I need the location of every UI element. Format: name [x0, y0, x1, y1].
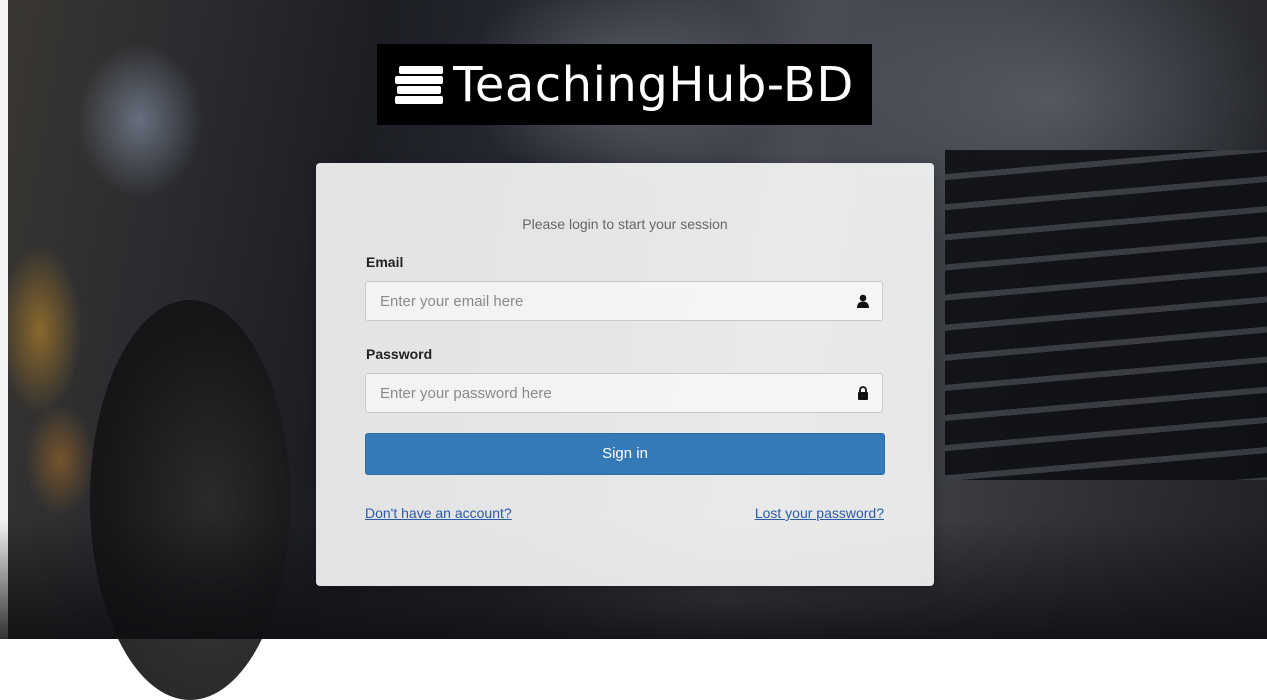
password-field-wrapper — [365, 373, 883, 413]
password-label: Password — [366, 346, 433, 362]
car-grille — [945, 150, 1267, 480]
email-label: Email — [366, 254, 404, 270]
login-card: Please login to start your session Email… — [316, 163, 934, 586]
login-subtitle: Please login to start your session — [522, 216, 728, 232]
car-tire — [90, 300, 290, 700]
email-field[interactable] — [366, 282, 864, 320]
signin-button[interactable]: Sign in — [365, 433, 885, 475]
email-field-wrapper — [365, 281, 883, 321]
books-icon — [395, 64, 447, 106]
password-field[interactable] — [366, 374, 864, 412]
forgot-password-link[interactable]: Lost your password? — [755, 505, 884, 521]
lock-icon — [858, 386, 868, 400]
signup-link[interactable]: Don't have an account? — [365, 505, 512, 521]
brand-logo-text: TeachingHub-BD — [453, 56, 854, 113]
brand-logo: TeachingHub-BD — [377, 44, 872, 125]
user-icon — [857, 294, 869, 308]
